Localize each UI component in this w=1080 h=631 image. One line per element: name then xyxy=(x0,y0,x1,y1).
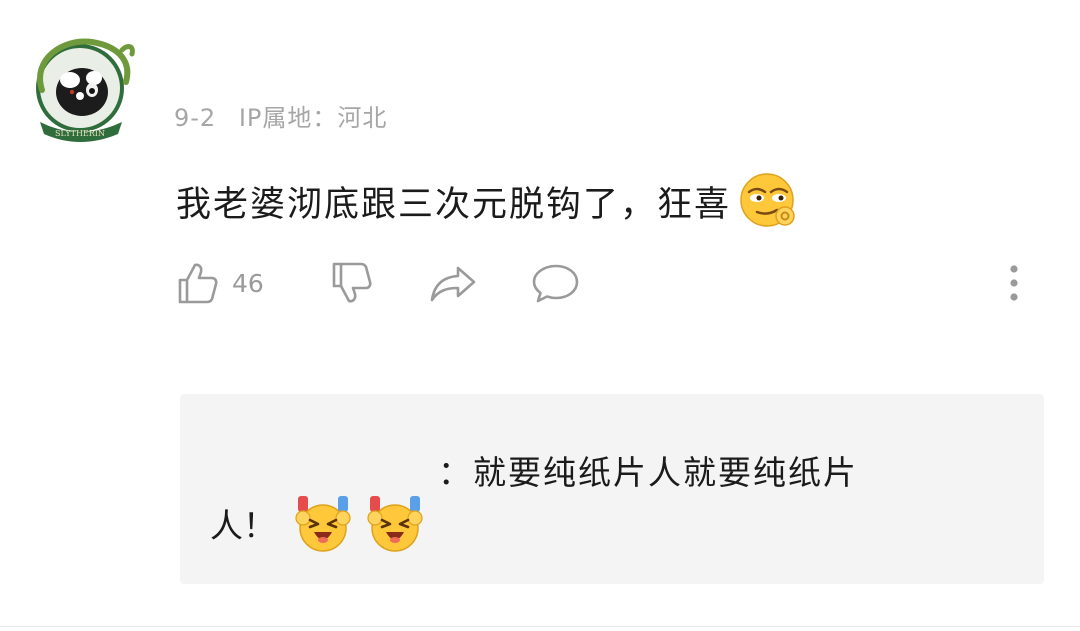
share-button[interactable] xyxy=(428,258,480,308)
cheering-emoji-icon xyxy=(292,492,354,554)
quoted-reply-line-2: 人！ xyxy=(210,492,426,554)
thumbs-up-icon xyxy=(178,263,218,304)
cheering-emoji-icon xyxy=(364,492,426,554)
avatar[interactable]: SLYTHERIN xyxy=(22,30,142,142)
comment-meta: 9-2 IP属地：河北 xyxy=(174,98,387,133)
more-options-button[interactable] xyxy=(1000,258,1028,308)
divider xyxy=(0,626,1080,627)
share-arrow-icon xyxy=(430,266,476,302)
dislike-button[interactable] xyxy=(328,258,374,308)
comment-date: 9-2 xyxy=(174,104,217,132)
comment-page: SLYTHERIN 9-2 IP属地：河北 我老婆沏底跟三次元脱钩了，狂喜 46… xyxy=(0,0,1080,631)
ip-location: IP属地：河北 xyxy=(238,104,388,132)
smirk-ok-emoji-icon xyxy=(739,172,797,230)
thumbs-down-icon xyxy=(332,262,372,303)
quoted-reply-box[interactable]: ：就要纯纸片人就要纯纸片 人！ xyxy=(180,394,1044,584)
comment-action-bar: 46 xyxy=(172,258,1032,308)
reply-button[interactable] xyxy=(530,258,582,308)
more-vertical-icon xyxy=(1010,265,1018,301)
comment-body: 我老婆沏底跟三次元脱钩了，狂喜 xyxy=(176,184,732,225)
comment-text: 我老婆沏底跟三次元脱钩了，狂喜 xyxy=(176,172,797,230)
quoted-reply-text-end: 人！ xyxy=(210,506,276,545)
svg-text:SLYTHERIN: SLYTHERIN xyxy=(55,129,105,138)
speech-bubble-icon xyxy=(532,264,579,303)
slytherin-avatar-image: SLYTHERIN xyxy=(36,38,135,142)
quoted-reply-line-1: ：就要纯纸片人就要纯纸片 xyxy=(438,453,858,492)
like-button[interactable]: 46 xyxy=(174,258,264,308)
like-count: 46 xyxy=(232,268,264,298)
